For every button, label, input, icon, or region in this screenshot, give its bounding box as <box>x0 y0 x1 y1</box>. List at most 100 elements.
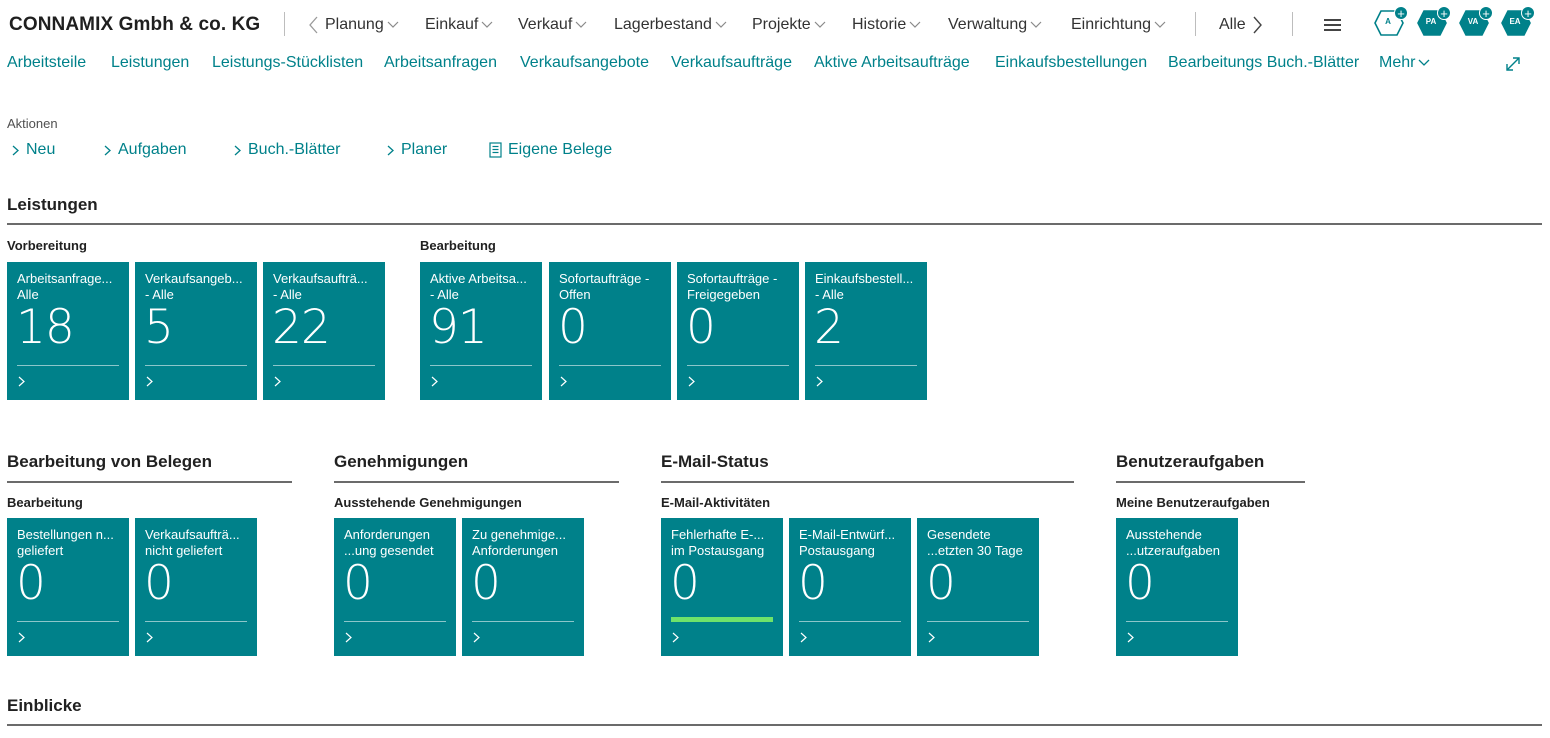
tile-email-entwuerfe[interactable]: E-Mail-Entwürf... Postausgang 0 <box>789 518 911 656</box>
tile-aktive-arbeitsauftraege[interactable]: Aktive Arbeitsa... - Alle 91 <box>420 262 542 400</box>
tile-label: Verkaufsangeb... - Alle <box>145 271 243 302</box>
status-ok-bar <box>671 617 773 622</box>
tile-value: 0 <box>343 556 373 611</box>
chevron-right-icon <box>1127 632 1134 643</box>
company-name[interactable]: CONNAMIX Gmbh & co. KG <box>9 14 260 36</box>
section-divider <box>334 481 619 483</box>
menu-alle[interactable]: Alle <box>1219 16 1246 34</box>
menu-label: Einkauf <box>425 16 479 33</box>
tile-divider <box>559 365 661 366</box>
tile-sofortauftraege-offen[interactable]: Sofortaufträge - Offen 0 <box>549 262 671 400</box>
action-eigene-belege[interactable]: Eigene Belege <box>489 141 612 159</box>
group-title-ausstehende-genehmigungen: Ausstehende Genehmigungen <box>334 495 522 510</box>
chevron-left-icon[interactable] <box>309 16 319 34</box>
tile-label: Gesendete ...etzten 30 Tage <box>927 527 1023 558</box>
chevron-down-icon <box>1154 21 1166 28</box>
action-planer[interactable]: Planer <box>387 141 447 159</box>
chevron-down-icon <box>575 21 587 28</box>
menu-projekte[interactable]: Projekte <box>752 16 826 34</box>
action-label: Planer <box>401 141 448 158</box>
action-label: Buch.-Blätter <box>248 141 341 158</box>
header-divider <box>1292 12 1293 36</box>
nav-einkaufsbestellungen[interactable]: Einkaufsbestellungen <box>995 54 1147 72</box>
tile-value: 0 <box>798 556 828 611</box>
expand-icon[interactable] <box>1505 56 1521 72</box>
tile-ausstehende-benutzeraufgaben[interactable]: Ausstehende ...utzeraufgaben 0 <box>1116 518 1238 656</box>
menu-einrichtung[interactable]: Einrichtung <box>1071 16 1166 34</box>
nav-leistungs-stuecklisten[interactable]: Leistungs-Stücklisten <box>212 54 363 72</box>
tile-value: 5 <box>144 300 174 355</box>
tile-label: Aktive Arbeitsa... - Alle <box>430 271 527 302</box>
menu-historie[interactable]: Historie <box>852 16 921 34</box>
section-title-benutzeraufgaben[interactable]: Benutzeraufgaben <box>1116 452 1264 472</box>
group-title-bearbeitung: Bearbeitung <box>7 495 83 510</box>
role-center-pa[interactable]: PA + <box>1417 6 1451 37</box>
tile-gesendete-emails[interactable]: Gesendete ...etzten 30 Tage 0 <box>917 518 1039 656</box>
tile-verkaufsauftraege-nicht-geliefert[interactable]: Verkaufsaufträ... nicht geliefert 0 <box>135 518 257 656</box>
nav-more-label: Mehr <box>1379 54 1416 71</box>
section-title-genehmigungen[interactable]: Genehmigungen <box>334 452 468 472</box>
nav-more-button[interactable]: Mehr <box>1379 54 1430 72</box>
section-title-leistungen[interactable]: Leistungen <box>7 195 98 215</box>
menu-planung[interactable]: Planung <box>325 16 399 34</box>
section-title-einblicke[interactable]: Einblicke <box>7 696 82 716</box>
tile-zu-genehmigende-anforderungen[interactable]: Zu genehmige... Anforderungen 0 <box>462 518 584 656</box>
menu-einkauf[interactable]: Einkauf <box>425 16 493 34</box>
menu-label: Verwaltung <box>948 16 1028 33</box>
role-center-a[interactable]: A + <box>1374 6 1408 37</box>
menu-verwaltung[interactable]: Verwaltung <box>948 16 1042 34</box>
chevron-down-icon <box>1418 59 1430 66</box>
tile-bestellungen-nicht-geliefert[interactable]: Bestellungen n... geliefert 0 <box>7 518 129 656</box>
chevron-right-icon <box>688 376 695 387</box>
section-divider <box>7 724 1542 726</box>
menu-lagerbestand[interactable]: Lagerbestand <box>614 16 727 34</box>
nav-leistungen[interactable]: Leistungen <box>111 54 189 72</box>
menu-verkauf[interactable]: Verkauf <box>518 16 587 34</box>
action-buch-blaetter[interactable]: Buch.-Blätter <box>234 141 340 159</box>
nav-arbeitsteile[interactable]: Arbeitsteile <box>7 54 86 72</box>
role-center-ea[interactable]: EA + <box>1501 6 1535 37</box>
tile-value: 0 <box>670 556 700 611</box>
tile-label: Verkaufsaufträ... nicht geliefert <box>145 527 240 558</box>
menu-label: Alle <box>1219 16 1246 33</box>
nav-arbeitsanfragen[interactable]: Arbeitsanfragen <box>384 54 497 72</box>
chevron-right-icon <box>234 145 241 155</box>
tile-divider <box>273 365 375 366</box>
section-title-email-status[interactable]: E-Mail-Status <box>661 452 769 472</box>
chevron-right-icon <box>816 376 823 387</box>
nav-verkaufsangebote[interactable]: Verkaufsangebote <box>520 54 649 72</box>
role-center-va[interactable]: VA + <box>1459 6 1493 37</box>
actions-title: Aktionen <box>7 116 58 131</box>
app-header: CONNAMIX Gmbh & co. KG Planung Einkauf V… <box>0 0 1550 52</box>
menu-label: Einrichtung <box>1071 16 1152 33</box>
document-icon <box>489 142 502 158</box>
header-divider <box>1195 12 1196 36</box>
action-neu[interactable]: Neu <box>12 141 55 159</box>
chevron-right-icon[interactable] <box>1252 16 1262 34</box>
action-label: Eigene Belege <box>508 141 613 158</box>
nav-aktive-arbeitsauftraege[interactable]: Aktive Arbeitsaufträge <box>814 54 970 72</box>
tile-verkaufsauftraege[interactable]: Verkaufsaufträ... - Alle 22 <box>263 262 385 400</box>
tile-label: Bestellungen n... geliefert <box>17 527 114 558</box>
group-title-meine-benutzeraufgaben: Meine Benutzeraufgaben <box>1116 495 1270 510</box>
tile-value: 0 <box>686 300 716 355</box>
tile-fehlerhafte-emails[interactable]: Fehlerhafte E-... im Postausgang 0 <box>661 518 783 656</box>
tile-arbeitsanfragen[interactable]: Arbeitsanfrage... Alle 18 <box>7 262 129 400</box>
hamburger-menu-icon[interactable] <box>1324 19 1341 31</box>
tile-label: Sofortaufträge - Freigegeben <box>687 271 778 302</box>
menu-label: Lagerbestand <box>614 16 712 33</box>
nav-bearbeitungs-buch-blaetter[interactable]: Bearbeitungs Buch.-Blätter <box>1168 54 1359 72</box>
tile-anforderungen-gesendet[interactable]: Anforderungen ...ung gesendet 0 <box>334 518 456 656</box>
menu-label: Planung <box>325 16 384 33</box>
tile-divider <box>799 621 901 622</box>
tile-einkaufsbestellungen[interactable]: Einkaufsbestell... - Alle 2 <box>805 262 927 400</box>
nav-verkaufsauftraege[interactable]: Verkaufsaufträge <box>671 54 792 72</box>
menu-label: Projekte <box>752 16 811 33</box>
chevron-right-icon <box>104 145 111 155</box>
section-title-belege[interactable]: Bearbeitung von Belegen <box>7 452 212 472</box>
chevron-right-icon <box>672 632 679 643</box>
tile-sofortauftraege-freigegeben[interactable]: Sofortaufträge - Freigegeben 0 <box>677 262 799 400</box>
action-aufgaben[interactable]: Aufgaben <box>104 141 187 159</box>
chevron-right-icon <box>146 376 153 387</box>
tile-verkaufsangebote[interactable]: Verkaufsangeb... - Alle 5 <box>135 262 257 400</box>
